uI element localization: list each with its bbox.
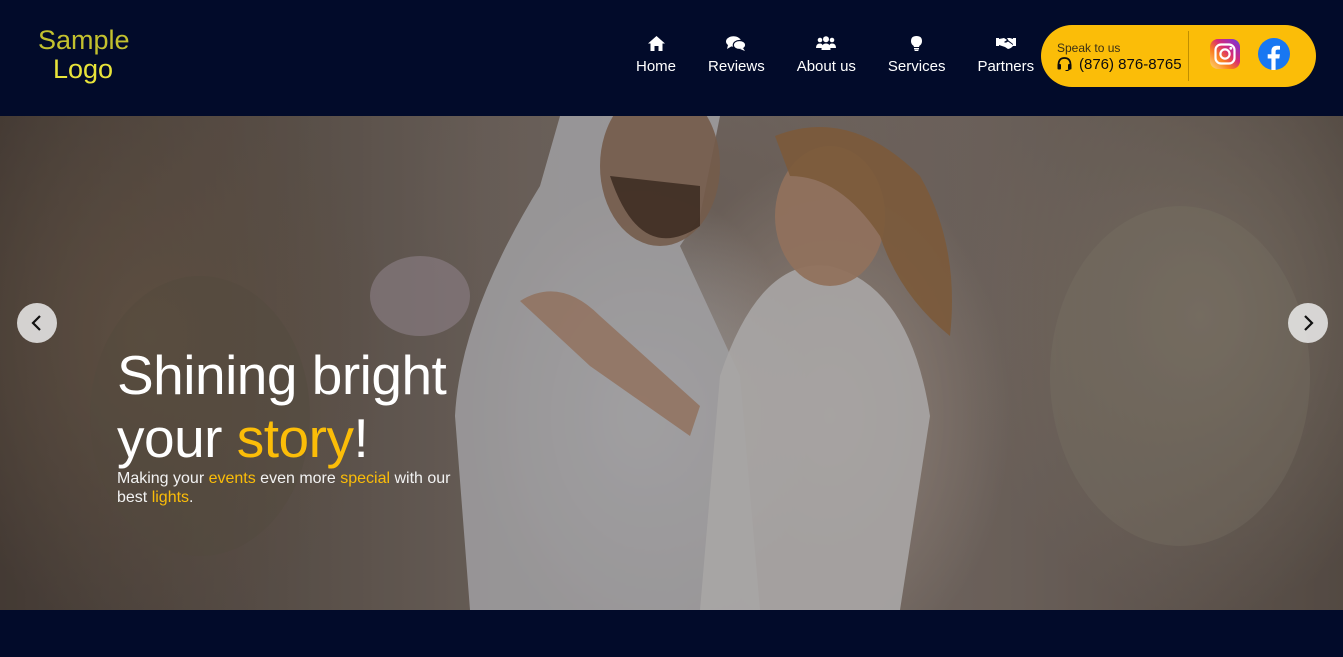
- facebook-icon[interactable]: [1258, 38, 1290, 70]
- next-section: [0, 610, 1343, 657]
- hero-subtitle: Making your events even more special wit…: [117, 469, 457, 507]
- speak-label: Speak to us: [1057, 41, 1121, 55]
- handshake-icon: [995, 34, 1016, 52]
- subtitle-accent-lights: lights: [151, 489, 190, 506]
- main-nav: Home Reviews About us Services Partners: [620, 34, 1050, 84]
- nav-label: Reviews: [708, 58, 765, 75]
- subtitle-accent-special: special: [340, 470, 391, 487]
- subtitle-text: Making your: [117, 470, 209, 487]
- instagram-icon[interactable]: [1209, 38, 1241, 70]
- nav-item-reviews[interactable]: Reviews: [692, 34, 781, 84]
- nav-item-services[interactable]: Services: [872, 34, 962, 84]
- carousel-next-button[interactable]: [1288, 303, 1328, 343]
- headline-line1: Shining bright: [117, 344, 447, 406]
- nav-label: Home: [636, 58, 677, 75]
- headline-accent: story: [236, 407, 354, 469]
- site-header: Sample Logo Home Reviews About us Servic…: [0, 0, 1343, 116]
- hero-headline: Shining bright your story!: [117, 344, 447, 470]
- logo-line2: Logo: [53, 54, 114, 84]
- home-icon: [646, 34, 666, 52]
- phone-link[interactable]: (876) 876-8765: [1057, 56, 1182, 73]
- subtitle-end: .: [189, 489, 194, 506]
- contact-pill: Speak to us (876) 876-8765: [1041, 25, 1316, 87]
- subtitle-text: even more: [255, 470, 341, 487]
- headline-end: !: [353, 407, 369, 469]
- nav-label: About us: [796, 58, 856, 75]
- chevron-left-icon: [31, 315, 41, 331]
- nav-label: Services: [887, 58, 946, 75]
- nav-item-home[interactable]: Home: [620, 34, 692, 84]
- nav-label: Partners: [977, 58, 1035, 75]
- hero-carousel: Shining bright your story! Making your ev…: [0, 116, 1343, 610]
- phone-number: (876) 876-8765: [1079, 56, 1182, 73]
- subtitle-accent-events: events: [208, 470, 256, 487]
- headline-line2-start: your: [117, 407, 237, 469]
- logo-line1: Sample: [38, 25, 130, 55]
- nav-item-about[interactable]: About us: [781, 34, 872, 84]
- nav-item-partners[interactable]: Partners: [961, 34, 1050, 84]
- logo[interactable]: Sample Logo: [38, 25, 130, 84]
- chevron-right-icon: [1304, 315, 1314, 331]
- carousel-prev-button[interactable]: [17, 303, 57, 343]
- lightbulb-icon: [907, 34, 927, 52]
- contact-divider: [1188, 31, 1189, 81]
- headset-icon: [1057, 56, 1073, 73]
- users-icon: [816, 34, 837, 52]
- comments-icon: [726, 34, 747, 52]
